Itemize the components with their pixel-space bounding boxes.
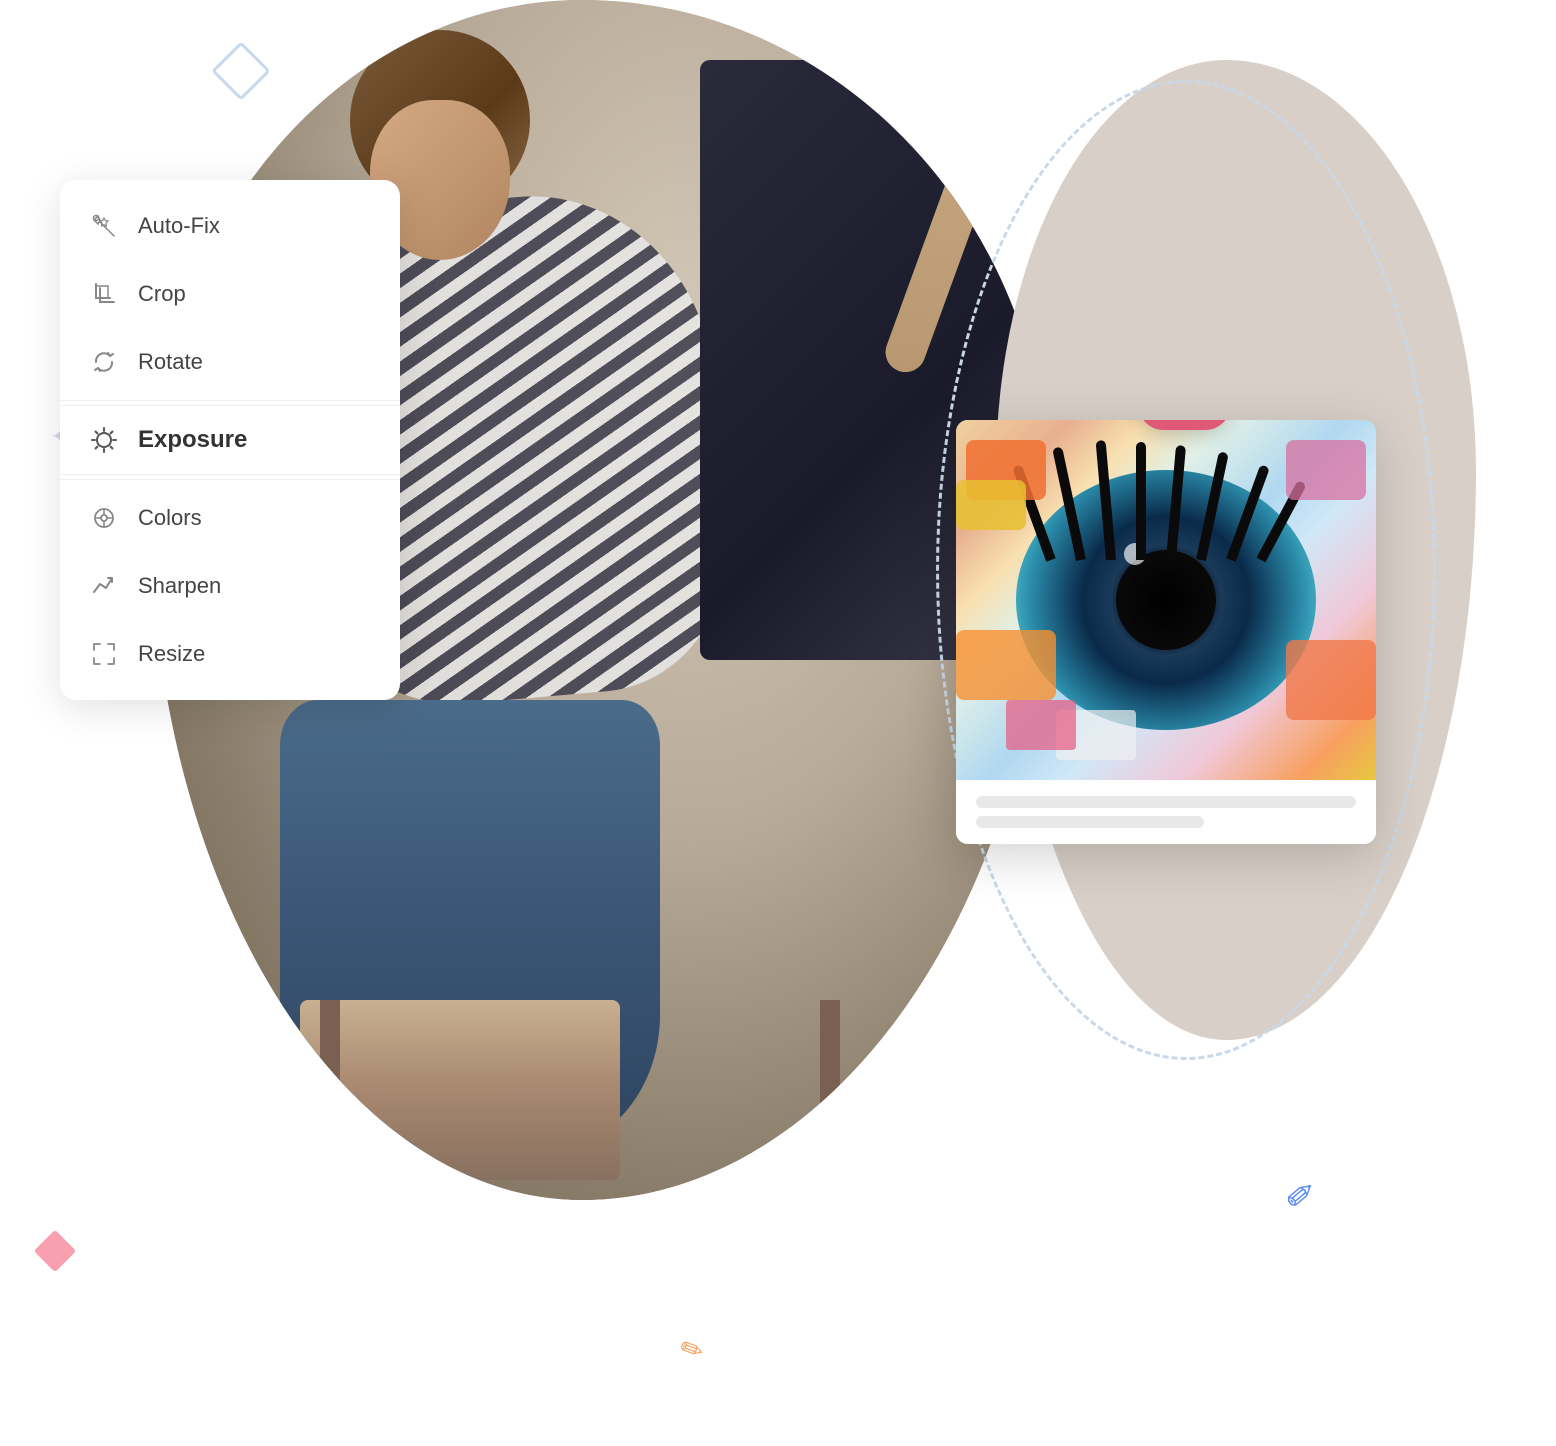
menu-item-crop[interactable]: Crop bbox=[60, 260, 400, 328]
stool-detail bbox=[300, 1000, 620, 1180]
resize-icon bbox=[88, 638, 120, 670]
scene: Auto-Fix Crop R bbox=[0, 0, 1556, 1446]
menu-item-sharpen[interactable]: Sharpen bbox=[60, 552, 400, 620]
colors-label: Colors bbox=[138, 505, 202, 531]
stool-leg-2 bbox=[820, 1000, 840, 1180]
post-card-image bbox=[956, 420, 1376, 780]
resize-label: Resize bbox=[138, 641, 205, 667]
edit-tools-menu: Auto-Fix Crop R bbox=[60, 180, 400, 700]
color-pink bbox=[1286, 440, 1366, 500]
crop-icon bbox=[88, 278, 120, 310]
sharpen-label: Sharpen bbox=[138, 573, 221, 599]
exposure-icon bbox=[88, 424, 120, 456]
menu-divider-2 bbox=[60, 479, 400, 480]
eye-pupil bbox=[1116, 550, 1216, 650]
post-bar-short bbox=[976, 816, 1204, 828]
color-yellow bbox=[956, 480, 1026, 530]
crop-label: Crop bbox=[138, 281, 186, 307]
diamond-pink-bottom-left bbox=[34, 1230, 76, 1272]
exposure-label: Exposure bbox=[138, 426, 247, 454]
instagram-post-card: ♥ 💬 bbox=[956, 420, 1376, 844]
colors-icon bbox=[88, 502, 120, 534]
auto-fix-label: Auto-Fix bbox=[138, 213, 220, 239]
pencil-small-icon: ✏ bbox=[675, 1330, 708, 1369]
menu-item-rotate[interactable]: Rotate bbox=[60, 328, 400, 396]
menu-item-resize[interactable]: Resize bbox=[60, 620, 400, 688]
lashes-top bbox=[1016, 440, 1316, 560]
post-card-footer bbox=[956, 780, 1376, 844]
menu-item-colors[interactable]: Colors bbox=[60, 484, 400, 552]
menu-item-exposure[interactable]: Exposure bbox=[60, 405, 400, 475]
pencil-icon: ✏ bbox=[1276, 1169, 1326, 1221]
rotate-label: Rotate bbox=[138, 349, 203, 375]
sharpen-icon bbox=[88, 570, 120, 602]
color-magenta bbox=[1006, 700, 1076, 750]
post-card-bars bbox=[976, 796, 1356, 828]
post-bar-full bbox=[976, 796, 1356, 808]
menu-item-auto-fix[interactable]: Auto-Fix bbox=[60, 192, 400, 260]
color-orange2 bbox=[956, 630, 1056, 700]
rotate-icon bbox=[88, 346, 120, 378]
menu-divider bbox=[60, 400, 400, 401]
color-red-orange bbox=[1286, 640, 1376, 720]
stool-leg-1 bbox=[320, 1000, 340, 1180]
auto-fix-icon bbox=[88, 210, 120, 242]
